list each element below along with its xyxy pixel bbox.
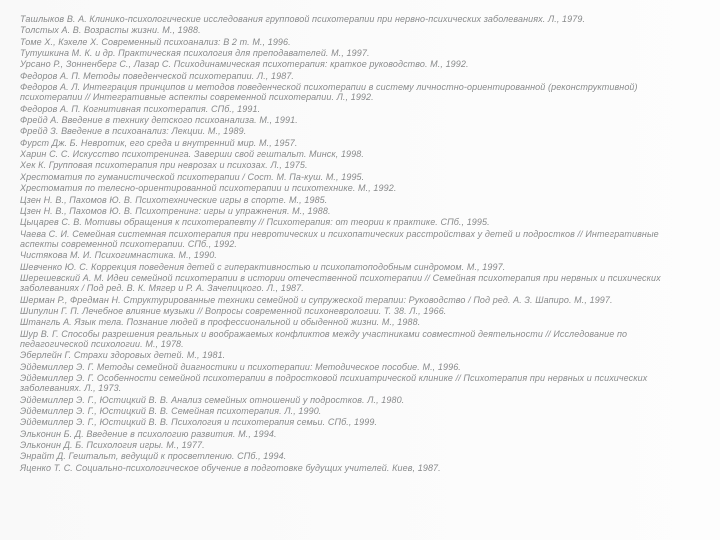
reference-entry: Урсано Р., Зонненберг С., Лазар С. Психо…: [20, 59, 696, 69]
reference-entry: Томе Х., Кэхеле Х. Современный психоанал…: [20, 37, 696, 47]
reference-entry: Цзен Н. В., Пахомов Ю. В. Психотренинг: …: [20, 206, 696, 216]
reference-entry: Тутушкина М. К. и др. Практическая психо…: [20, 48, 696, 58]
reference-entry: Яценко Т. С. Социально-психологическое о…: [20, 463, 696, 473]
reference-entry: Эльконин Д. Б. Психология игры. М., 1977…: [20, 440, 696, 450]
reference-entry: Эйдемиллер Э. Г., Юстицкий В. В. Психоло…: [20, 417, 696, 427]
reference-entry: Федоров А. П. Когнитивная психотерапия. …: [20, 104, 696, 114]
reference-entry: Чаева С. И. Семейная системная психотера…: [20, 229, 696, 250]
reference-entry: Цзен Н. В., Пахомов Ю. В. Психотехническ…: [20, 195, 696, 205]
reference-entry: Федоров А. П. Методы поведенческой психо…: [20, 71, 696, 81]
reference-entry: Шур В. Г. Способы разрешения реальных и …: [20, 329, 696, 350]
reference-list: Ташлыков В. А. Клинико-психологические и…: [20, 14, 696, 473]
reference-entry: Толстых А. В. Возрасты жизни. М., 1988.: [20, 25, 696, 35]
reference-entry: Фурст Дж. Б. Невротик, его среда и внутр…: [20, 138, 696, 148]
reference-entry: Эйдемиллер Э. Г., Юстицкий В. В. Семейна…: [20, 406, 696, 416]
reference-entry: Шерешевский А. М. Идеи семейной психотер…: [20, 273, 696, 294]
reference-entry: Хрестоматия по телесно-ориентированной п…: [20, 183, 696, 193]
reference-entry: Фрейд З. Введение в психоанализ: Лекции.…: [20, 126, 696, 136]
reference-entry: Эйдемиллер Э. Г. Особенности семейной пс…: [20, 373, 696, 394]
reference-entry: Шерман Р., Фредман Н. Структурированные …: [20, 295, 696, 305]
reference-entry: Хек К. Групповая психотерапия при невроз…: [20, 160, 696, 170]
reference-entry: Шевченко Ю. С. Коррекция поведения детей…: [20, 262, 696, 272]
reference-entry: Ташлыков В. А. Клинико-психологические и…: [20, 14, 696, 24]
reference-entry: Харин С. С. Искусство психотренинга. Зав…: [20, 149, 696, 159]
reference-entry: Энрайт Д. Гештальт, ведущий к просветлен…: [20, 451, 696, 461]
reference-entry: Шипулин Г. П. Лечебное влияние музыки //…: [20, 306, 696, 316]
reference-entry: Эйдемиллер Э. Г. Методы семейной диагнос…: [20, 362, 696, 372]
reference-entry: Штангль А. Язык тела. Познание людей в п…: [20, 317, 696, 327]
reference-entry: Цыцарев С. В. Мотивы обращения к психоте…: [20, 217, 696, 227]
reference-entry: Федоров А. Л. Интеграция принципов и мет…: [20, 82, 696, 103]
reference-entry: Эйдемиллер Э. Г., Юстицкий В. В. Анализ …: [20, 395, 696, 405]
reference-entry: Эльконин Б. Д. Введение в психологию раз…: [20, 429, 696, 439]
reference-entry: Хрестоматия по гуманистической психотера…: [20, 172, 696, 182]
bibliography-slide: Ташлыков В. А. Клинико-психологические и…: [0, 0, 720, 540]
reference-entry: Фрейд А. Введение в технику детского пси…: [20, 115, 696, 125]
reference-entry: Эберлейн Г. Страхи здоровых детей. М., 1…: [20, 350, 696, 360]
reference-entry: Чистякова М. И. Психогимнастика. М., 199…: [20, 250, 696, 260]
